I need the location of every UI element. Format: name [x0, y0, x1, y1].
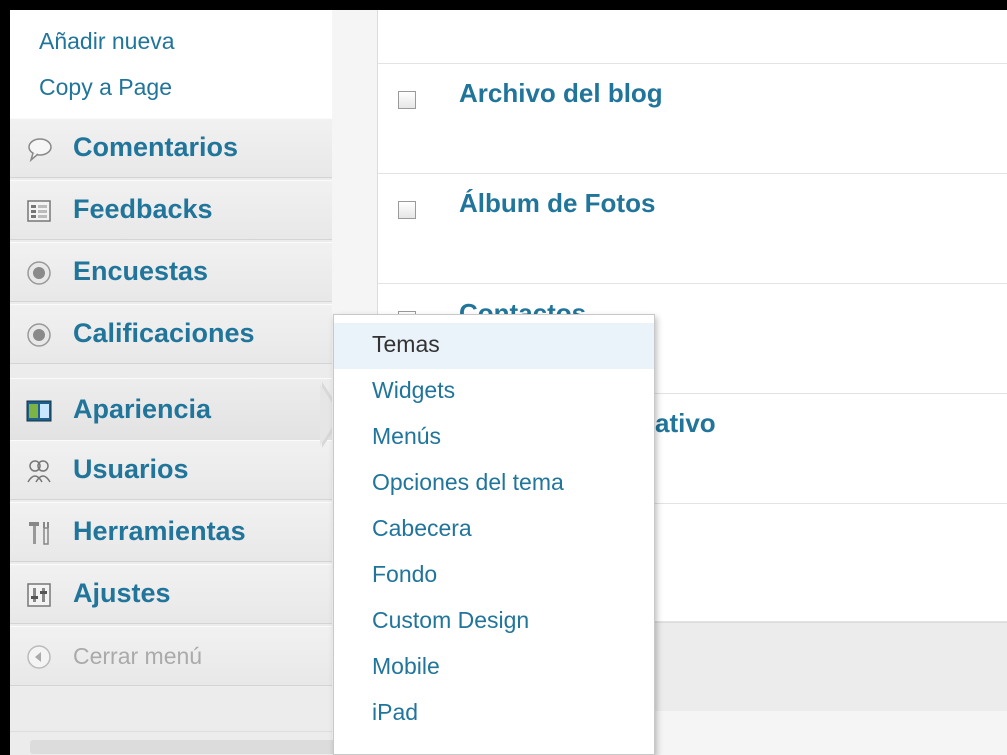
flyout-item-label: Mobile [372, 653, 440, 679]
flyout-item-label: iPad [372, 699, 419, 725]
sidebar-item-label: Encuestas [73, 256, 209, 286]
page-title-link[interactable]: Archivo del blog [459, 78, 663, 109]
appearance-icon [26, 400, 52, 422]
table-row [378, 10, 1007, 64]
page-title-link[interactable]: Álbum de Fotos [459, 188, 655, 219]
flyout-item-label: Custom Design [372, 607, 530, 633]
sidebar-item-encuestas[interactable]: Encuestas [10, 242, 332, 302]
row-checkbox[interactable] [398, 201, 416, 219]
admin-screen: Añadir nueva Copy a Page Comentarios Fee… [10, 10, 1007, 755]
settings-icon [27, 583, 51, 607]
flyout-item-fondo[interactable]: Fondo [334, 553, 654, 599]
flyout-item-label: Temas [372, 331, 440, 357]
pages-submenu [10, 10, 332, 119]
ratings-circle-icon [27, 323, 51, 347]
sidebar-item-usuarios[interactable]: Usuarios [10, 440, 332, 500]
sidebar-item-label: Ajustes [73, 578, 171, 608]
flyout-item-custom-design[interactable]: Custom Design [334, 599, 654, 645]
users-icon [27, 460, 51, 483]
sidebar-item-label: Calificaciones [73, 318, 255, 348]
sidebar-item-label: Comentarios [73, 132, 239, 162]
page-title-link[interactable]: ativo [655, 408, 716, 439]
collapse-menu-label: Cerrar menú [73, 643, 203, 669]
appearance-flyout-menu: Temas Widgets Menús Opciones del tema Ca… [333, 314, 655, 755]
sidebar-item-comentarios[interactable]: Comentarios [10, 118, 332, 178]
flyout-item-mobile[interactable]: Mobile [334, 645, 654, 691]
table-row: Álbum de Fotos [378, 174, 1007, 284]
sidebar-item-label: Apariencia [73, 394, 212, 424]
flyout-item-label: Opciones del tema [372, 469, 564, 495]
flyout-item-widgets[interactable]: Widgets [334, 369, 654, 415]
poll-circle-icon [27, 261, 51, 285]
sidebar-item-calificaciones[interactable]: Calificaciones [10, 304, 332, 364]
speech-bubble-icon [28, 138, 52, 162]
sidebar-item-apariencia[interactable]: Apariencia [10, 378, 332, 442]
table-row: Archivo del blog [378, 64, 1007, 174]
copy-a-page-link[interactable]: Copy a Page [39, 74, 172, 101]
add-new-page-link[interactable]: Añadir nueva [39, 28, 175, 55]
flyout-item-ipad[interactable]: iPad [334, 691, 654, 737]
sidebar-item-herramientas[interactable]: Herramientas [10, 502, 332, 562]
flyout-item-opciones-del-tema[interactable]: Opciones del tema [334, 461, 654, 507]
flyout-item-label: Widgets [372, 377, 456, 403]
flyout-item-label: Cabecera [372, 515, 472, 541]
collapse-arrow-icon [27, 645, 51, 669]
flyout-item-cabecera[interactable]: Cabecera [334, 507, 654, 553]
flyout-item-label: Menús [372, 423, 442, 449]
row-checkbox[interactable] [398, 91, 416, 109]
sidebar-item-label: Feedbacks [73, 194, 213, 224]
flyout-item-label: Fondo [372, 561, 438, 587]
flyout-item-temas[interactable]: Temas [334, 323, 654, 369]
flyout-item-menus[interactable]: Menús [334, 415, 654, 461]
sidebar-item-ajustes[interactable]: Ajustes [10, 564, 332, 624]
collapse-menu-button[interactable]: Cerrar menú [10, 626, 332, 686]
sidebar-item-label: Usuarios [73, 454, 189, 484]
admin-sidebar: Añadir nueva Copy a Page Comentarios Fee… [10, 10, 333, 755]
sidebar-item-label: Herramientas [73, 516, 246, 546]
form-icon [27, 200, 51, 222]
tools-icon [29, 522, 49, 545]
sidebar-item-feedbacks[interactable]: Feedbacks [10, 180, 332, 240]
